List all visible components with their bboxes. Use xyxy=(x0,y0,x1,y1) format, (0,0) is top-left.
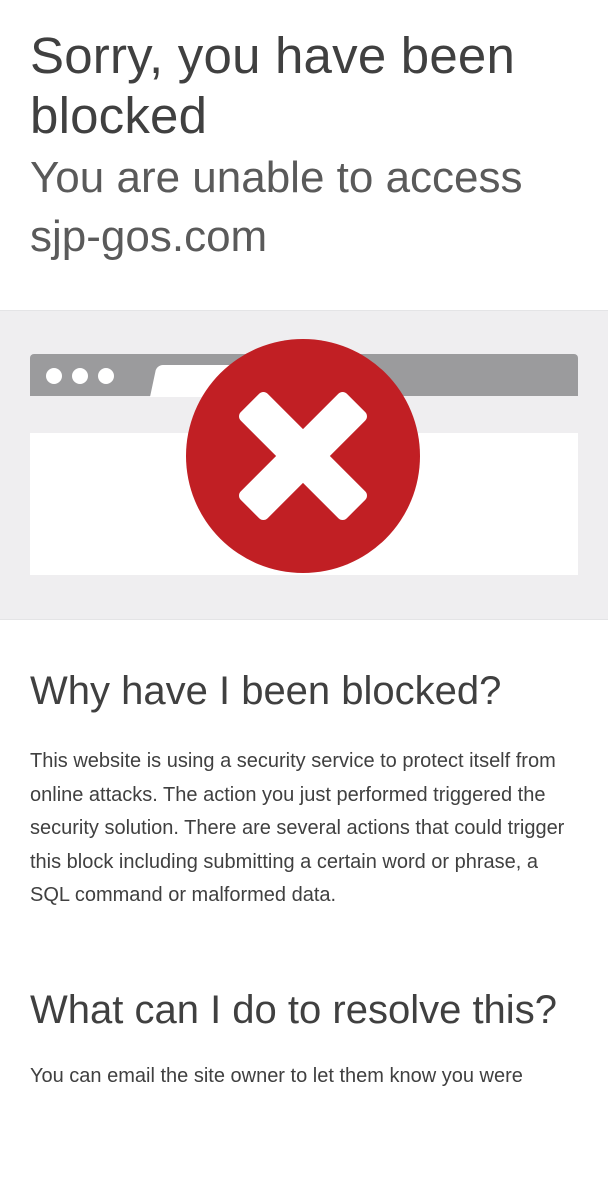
window-dot-icon xyxy=(46,368,62,384)
window-dot-icon xyxy=(72,368,88,384)
header: Sorry, you have been blocked You are una… xyxy=(0,0,608,282)
why-heading: Why have I been blocked? xyxy=(30,669,502,713)
resolve-paragraph: You can email the site owner to let them… xyxy=(30,1064,523,1087)
page-subtitle: You are unable to access sjp-gos.com xyxy=(30,153,523,261)
main-content: Why have I been blocked? This website is… xyxy=(0,618,608,1093)
page: Sorry, you have been blocked You are una… xyxy=(0,0,608,1180)
page-title: Sorry, you have been blocked xyxy=(30,27,516,144)
why-paragraph: This website is using a security service… xyxy=(30,750,565,906)
blocked-x-icon xyxy=(186,339,420,573)
window-dot-icon xyxy=(98,368,114,384)
blocked-illustration xyxy=(0,310,608,620)
resolve-heading: What can I do to resolve this? xyxy=(30,987,557,1032)
